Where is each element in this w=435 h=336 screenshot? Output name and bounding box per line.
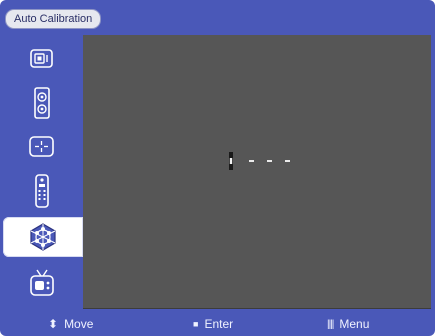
- sidebar-item-picture-size[interactable]: [3, 39, 80, 79]
- position-icon: [28, 135, 56, 159]
- sidebar: [0, 35, 83, 308]
- remote-control-icon: [32, 173, 52, 209]
- sidebar-item-speaker[interactable]: [3, 83, 80, 123]
- move-label: Move: [64, 317, 94, 331]
- page-title: Auto Calibration: [5, 9, 102, 29]
- osd-window: Auto Calibration ⬍ Move ■ Enter |||| Men…: [0, 0, 435, 336]
- sidebar-item-position[interactable]: [3, 127, 80, 167]
- enter-label: Enter: [204, 317, 234, 331]
- footer-hints: ⬍ Move ■ Enter |||| Menu: [0, 314, 435, 336]
- calibration-panel: [83, 35, 431, 309]
- speaker-icon: [32, 86, 52, 120]
- auto-calibration-icon: [26, 221, 60, 253]
- menu-hint: |||| Menu: [327, 317, 369, 331]
- calibration-progress-indicator: [229, 152, 290, 170]
- menu-label: Menu: [339, 317, 370, 331]
- updown-arrow-icon: ⬍: [48, 317, 59, 331]
- sidebar-item-tv[interactable]: [3, 263, 80, 303]
- tv-icon: [28, 267, 56, 299]
- picture-size-icon: [29, 47, 55, 71]
- sidebar-item-auto-calibration[interactable]: [3, 217, 83, 257]
- enter-key-icon: ■: [193, 319, 199, 329]
- menu-key-icon: ||||: [327, 318, 334, 330]
- move-hint: ⬍ Move: [48, 317, 93, 331]
- sidebar-item-remote[interactable]: [3, 171, 80, 211]
- enter-hint: ■ Enter: [193, 317, 233, 331]
